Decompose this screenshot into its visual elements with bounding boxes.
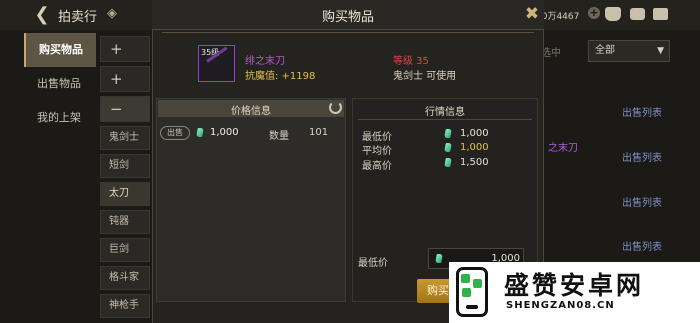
logo-square [461, 274, 470, 283]
filter-value: 全部 [595, 45, 615, 56]
filter-label: 选中 [541, 48, 561, 59]
min-price-label: 最低价 [362, 132, 392, 143]
chevron-down-icon: ▼ [657, 46, 664, 56]
chat-icon[interactable] [630, 8, 645, 20]
market-info-title: 行情信息 [425, 107, 465, 118]
collapse-category-button[interactable]: − [100, 96, 150, 122]
page-title: 拍卖行 [58, 10, 98, 25]
sell-tag-badge: 出售 [160, 126, 190, 140]
logo-square [462, 288, 471, 297]
item-stat: 抗魔值: +1198 [245, 71, 316, 82]
sidebar-item-sell[interactable]: 出售物品 [24, 67, 94, 101]
category-item[interactable]: 短剑 [100, 154, 150, 178]
max-price-value: 1,500 [460, 157, 489, 168]
price-info-title: 价格信息 [231, 106, 271, 117]
add-currency-icon[interactable]: + [588, 7, 600, 19]
max-price-label: 最高价 [362, 161, 392, 172]
avg-price-label: 平均价 [362, 146, 392, 157]
sell-list-link[interactable]: 出售列表 [622, 149, 662, 164]
category-item[interactable]: 钝器 [100, 210, 150, 234]
logo-square [473, 279, 482, 288]
category-item[interactable]: 神枪手 [100, 294, 150, 318]
listing-price[interactable]: 1,000 [210, 127, 239, 138]
quantity-value: 101 [309, 127, 329, 138]
expand-category-button[interactable]: + [100, 66, 150, 92]
dialog-title: 购买物品 [321, 10, 374, 25]
watermark-title: 盛赞安卓网 [504, 271, 645, 300]
category-item[interactable]: 巨剑 [100, 238, 150, 262]
sell-list-link[interactable]: 出售列表 [622, 104, 662, 119]
item-icon[interactable]: 35级 [198, 45, 235, 82]
mail-icon[interactable] [653, 8, 668, 20]
quantity-label: 数量 [269, 131, 289, 142]
sidebar-item-my-listings[interactable]: 我的上架 [24, 101, 94, 135]
sell-list-link[interactable]: 出售列表 [622, 238, 662, 253]
close-icon[interactable]: ✖ [522, 4, 542, 24]
category-column: + + − 鬼剑士 短剑 太刀 钝器 巨剑 格斗家 神枪手 [100, 36, 150, 322]
avg-price-value: 1,000 [460, 142, 489, 153]
back-arrow-icon[interactable]: ❮ [30, 4, 54, 26]
category-item[interactable]: 鬼剑士 [100, 126, 150, 150]
info-diamond-icon[interactable]: ◈ [104, 6, 120, 22]
divider [358, 119, 532, 120]
category-item[interactable]: 太刀 [100, 182, 150, 206]
item-name: 绯之末刀 [245, 56, 285, 67]
usable-class: 鬼剑士 可使用 [393, 71, 457, 82]
sidebar-item-buy[interactable]: 购买物品 [24, 33, 96, 67]
filter-dropdown[interactable]: 全部 ▼ [588, 40, 670, 62]
sell-list-link[interactable]: 出售列表 [622, 194, 662, 209]
expand-category-button[interactable]: + [100, 36, 150, 62]
min-price-input-label: 最低价 [358, 258, 388, 269]
list-item-name: 之末刀 [548, 143, 578, 154]
sidebar: 购买物品 出售物品 我的上架 [24, 33, 96, 135]
min-price-value: 1,000 [460, 128, 489, 139]
bag-icon[interactable] [605, 7, 621, 21]
required-level: 等级 35 [393, 56, 429, 67]
logo-phone-button [466, 305, 478, 309]
refresh-icon[interactable] [329, 101, 342, 114]
watermark-url: SHENGZAN08.CN [506, 300, 615, 311]
divider [162, 32, 534, 33]
category-item[interactable]: 格斗家 [100, 266, 150, 290]
